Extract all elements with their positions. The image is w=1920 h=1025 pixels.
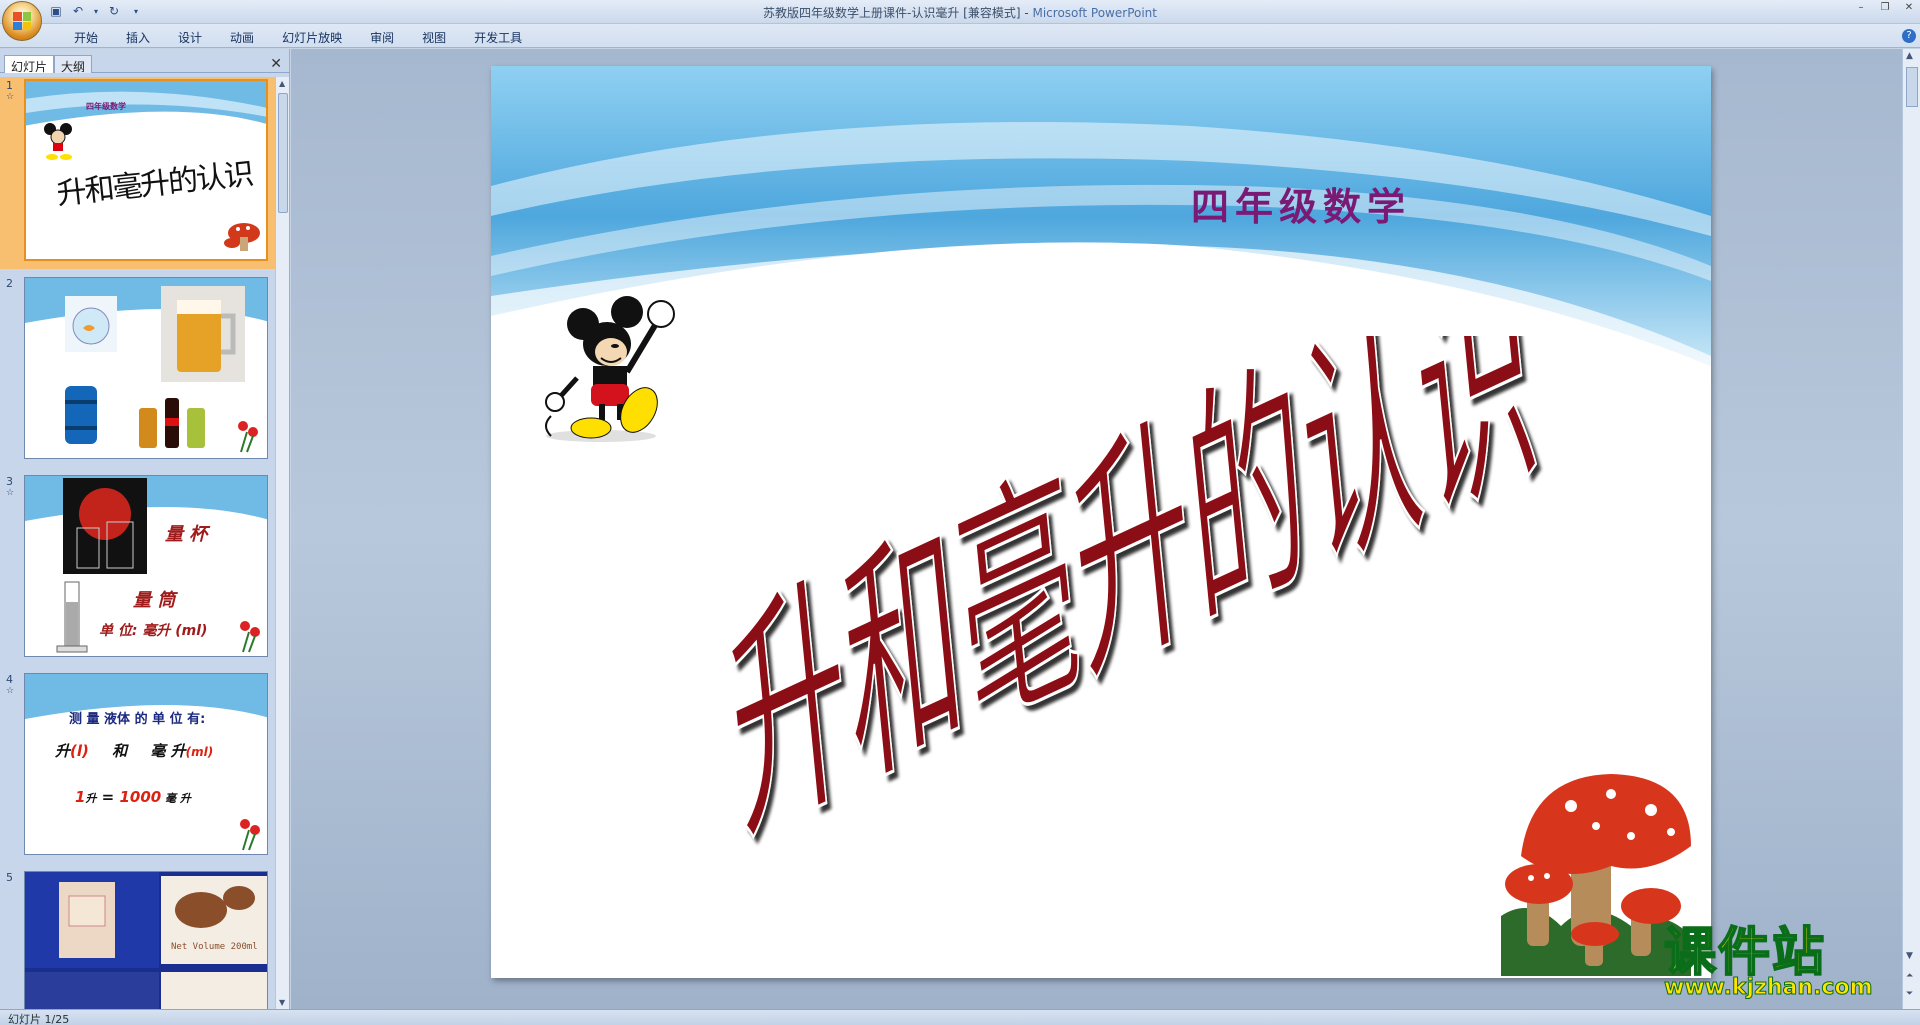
thumbnail-slide-4[interactable]: 4 ☆ 测 量 液体 的 单 位 有: 升(l) 和 毫 升(ml) 1升 = … [0,671,276,863]
previous-slide-icon[interactable]: ⏶ [1906,971,1913,981]
tab-home[interactable]: 开始 [60,29,112,46]
office-logo-icon [13,12,31,30]
scroll-down-icon[interactable]: ▼ [1906,951,1913,961]
tab-outline[interactable]: 大纲 [54,55,93,74]
slide-editor: 四年级数学 升和毫升的认识 [291,49,1902,1009]
scroll-down-icon[interactable]: ▼ [279,998,285,1007]
thumb-subtitle: 四年级数学 [86,102,126,111]
transition-star-icon: ☆ [6,488,15,498]
slide-title: 升和毫升的认识 [717,336,1549,856]
milk-label-image-2 [161,972,267,1009]
thumbnail-slide-2[interactable]: 2 [0,275,276,467]
slide-thumbnail[interactable]: Net Volume 200ml [24,871,268,1009]
close-icon[interactable]: ✕ [270,56,282,72]
tab-slideshow[interactable]: 幻灯片放映 [268,29,356,46]
beakers-image [63,478,147,574]
minimize-icon[interactable]: – [1854,2,1868,14]
title-separator: - [1020,6,1033,20]
thumb-label-cylinder: 量 筒 [133,590,176,611]
thumb-volume-text: Net Volume 200ml [171,942,258,952]
next-slide-icon[interactable]: ⏷ [1906,989,1913,999]
thumbnail-slide-5[interactable]: 5 Net Volume 200ml [0,869,276,1009]
beer-mug-image [161,286,245,382]
slide-thumbnail[interactable]: 测 量 液体 的 单 位 有: 升(l) 和 毫 升(ml) 1升 = 1000… [24,673,268,855]
mickey-mouse-image [541,286,681,446]
ribbon-tabs: 开始 插入 设计 动画 幻灯片放映 审阅 视图 开发工具 ? [0,24,1920,48]
thumbnail-slide-3[interactable]: 3 ☆ 量 杯 量 筒 单 位: 毫升 (ml) [0,473,276,665]
app-name: Microsoft PowerPoint [1032,6,1157,20]
slide-indicator: 幻灯片 1/25 [8,1013,70,1025]
barrel-image [61,382,101,448]
thumbnail-slide-1[interactable]: 1 ☆ 四年级数学 升和毫升的认识 [0,77,276,269]
bottles-image [135,390,215,450]
slide-thumbnail[interactable]: 四年级数学 升和毫升的认识 [24,79,268,261]
title-bar: ▣ ↶ ▾ ↻ ▾ 苏教版四年级数学上册课件-认识毫升 [兼容模式] - Mic… [0,0,1920,41]
window-title: 苏教版四年级数学上册课件-认识毫升 [兼容模式] - Microsoft Pow… [0,4,1920,21]
title-text: 升和毫升的认识 [718,336,1547,856]
editor-scrollbar[interactable]: ▲ ▼ ⏶ ⏷ [1902,49,1920,1009]
scroll-up-icon[interactable]: ▲ [1906,51,1913,61]
transition-star-icon: ☆ [6,686,15,696]
document-title: 苏教版四年级数学上册课件-认识毫升 [兼容模式] [763,6,1021,20]
scroll-up-icon[interactable]: ▲ [279,79,285,88]
slide-subtitle[interactable]: 四年级数学 [491,176,1411,231]
flower-icon [235,618,265,654]
flower-icon [233,418,263,454]
close-icon[interactable]: ✕ [1902,2,1916,14]
thumb-line-1: 测 量 液体 的 单 位 有: [69,712,206,727]
slide-thumbnail[interactable] [24,277,268,459]
watermark-logo: 课件站 www.kjzhan.com [1663,923,1904,1003]
current-slide[interactable]: 四年级数学 升和毫升的认识 [491,66,1711,978]
tab-slides[interactable]: 幻灯片 [4,55,55,74]
milk-box-image-2 [25,972,159,1009]
fishbowl-image [65,296,117,352]
slide-number: 2 [6,277,13,290]
thumb-line-2: 升(l) 和 毫 升(ml) [55,742,214,760]
thumb-label-unit: 单 位: 毫升 (ml) [99,623,208,639]
slide-number: 3 [6,475,13,488]
help-icon[interactable]: ? [1902,29,1916,43]
tab-animations[interactable]: 动画 [216,29,268,46]
tab-developer[interactable]: 开发工具 [460,29,536,46]
scrollbar-thumb[interactable] [278,93,288,213]
slide-thumbnail[interactable]: 量 杯 量 筒 单 位: 毫升 (ml) [24,475,268,657]
watermark-url: www.kjzhan.com [1664,975,1874,1000]
tab-insert[interactable]: 插入 [112,29,164,46]
thumb-line-3: 1升 = 1000 毫 升 [75,788,191,806]
mushroom-icon [222,219,262,255]
office-button[interactable] [2,1,42,41]
thumb-label-beaker: 量 杯 [165,524,208,545]
restore-icon[interactable]: ❐ [1878,2,1892,14]
tab-view[interactable]: 视图 [408,29,460,46]
slide-number: 1 [6,79,13,92]
slides-pane: 幻灯片 大纲 ✕ 1 ☆ 四年级数学 升和毫升的认识 2 3 ☆ 量 杯 量 筒… [0,49,290,1009]
window-controls: – ❐ ✕ [1854,2,1916,14]
thumbnail-scrollbar[interactable]: ▲ ▼ [275,77,289,1009]
scrollbar-thumb[interactable] [1906,67,1918,107]
tab-design[interactable]: 设计 [164,29,216,46]
watermark-main: 课件站 [1663,923,1827,983]
thumb-title: 升和毫升的认识 [55,156,254,213]
milk-label-image: Net Volume 200ml [161,876,267,964]
slide-number: 5 [6,871,13,884]
thumbnail-list: 1 ☆ 四年级数学 升和毫升的认识 2 3 ☆ 量 杯 量 筒 单 位: 毫升 … [0,77,276,1009]
flower-icon [235,816,265,852]
graduated-cylinder-image [55,580,89,654]
tab-review[interactable]: 审阅 [356,29,408,46]
mickey-icon [40,121,76,161]
status-bar: 幻灯片 1/25 [0,1009,1920,1025]
transition-star-icon: ☆ [6,92,15,102]
pane-tabs: 幻灯片 大纲 ✕ [0,53,290,74]
slide-title-wordart[interactable]: 升和毫升的认识 [691,336,1591,856]
slide-number: 4 [6,673,13,686]
milk-box-image [25,872,159,968]
